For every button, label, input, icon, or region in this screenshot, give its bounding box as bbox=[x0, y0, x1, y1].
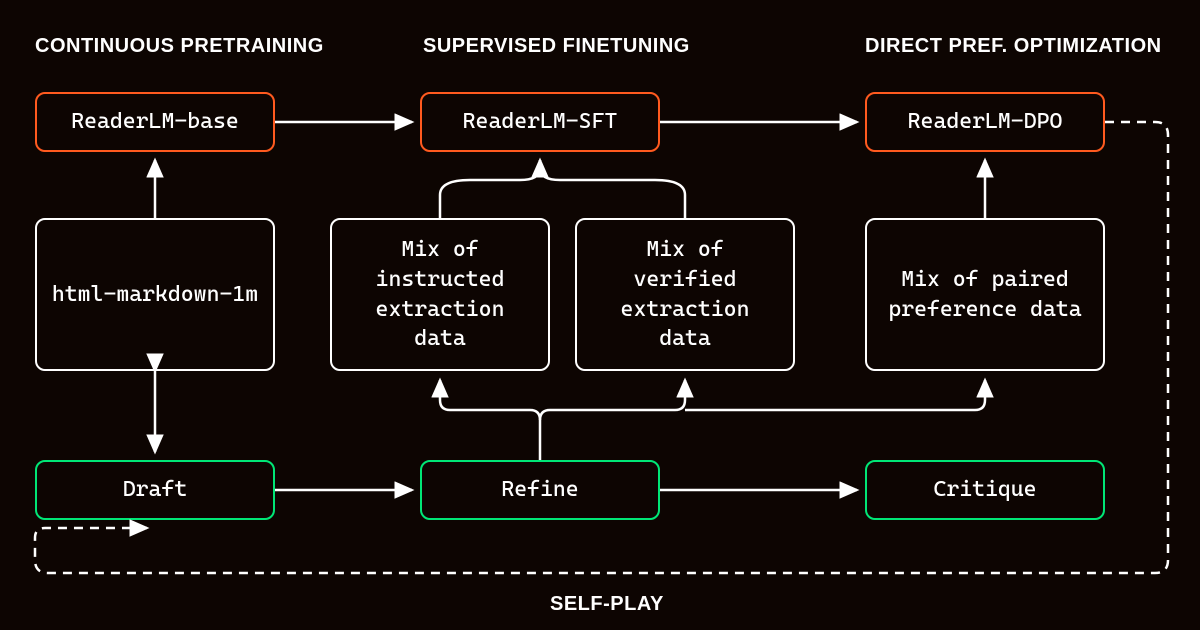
box-refine: Refine bbox=[420, 460, 660, 520]
box-mix-paired: Mix of paired preference data bbox=[865, 218, 1105, 371]
heading-sft: Supervised Finetuning bbox=[423, 35, 690, 58]
box-mix-instructed: Mix of instructed extraction data bbox=[330, 218, 550, 371]
arrow-refine-to-verified bbox=[540, 380, 685, 420]
box-readerlm-base: ReaderLM-base bbox=[35, 92, 275, 152]
arrow-refine-to-instructed bbox=[440, 380, 540, 460]
box-draft: Draft bbox=[35, 460, 275, 520]
box-readerlm-sft: ReaderLM-SFT bbox=[420, 92, 660, 152]
box-readerlm-dpo: ReaderLM-DPO bbox=[865, 92, 1105, 152]
box-mix-verified: Mix of verified extraction data bbox=[575, 218, 795, 371]
heading-pretraining: Continuous Pretraining bbox=[35, 35, 324, 58]
brace-left bbox=[440, 160, 540, 218]
arrow-rail-to-paired bbox=[685, 380, 985, 410]
box-html-markdown: html-markdown-1m bbox=[35, 218, 275, 371]
heading-dpo: Direct Pref. Optimization bbox=[865, 35, 1162, 58]
box-critique: Critique bbox=[865, 460, 1105, 520]
heading-selfplay: Self-Play bbox=[550, 593, 664, 616]
brace-right bbox=[540, 168, 685, 218]
